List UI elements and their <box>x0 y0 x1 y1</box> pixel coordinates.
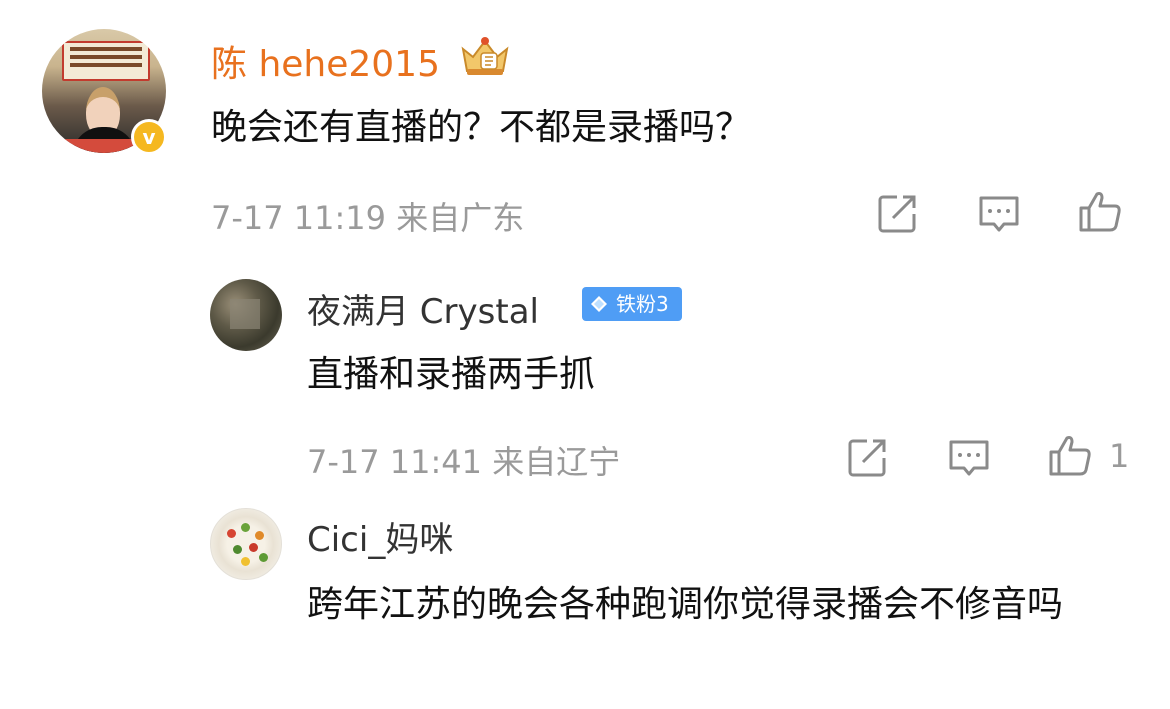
comment-button[interactable] <box>946 434 992 480</box>
reply-text: 跨年江苏的晚会各种跑调你觉得录播会不修音吗 <box>307 584 1064 625</box>
repost-icon <box>878 195 916 233</box>
comment-icon <box>979 196 1019 232</box>
avatar-sign <box>62 41 150 81</box>
like-icon <box>1049 436 1091 476</box>
reply-meta: 7-17 11:41 来自辽宁 <box>307 437 620 483</box>
repost-icon <box>848 439 886 477</box>
reply-avatar[interactable] <box>210 508 282 580</box>
like-count: 1 <box>1109 437 1130 475</box>
like-icon <box>1079 192 1121 232</box>
comment-time: 7-17 11:19 <box>211 199 387 237</box>
diamond-icon <box>591 296 607 312</box>
repost-button[interactable] <box>875 190 921 236</box>
like-button[interactable] <box>1077 188 1123 234</box>
reply-location: 来自辽宁 <box>492 443 621 481</box>
comment-author[interactable]: 陈 hehe2015 <box>211 35 440 87</box>
reply-author[interactable]: Cici_妈咪 <box>307 512 453 561</box>
repost-button[interactable] <box>845 434 891 480</box>
reply-author[interactable]: 夜满月 Crystal <box>307 284 539 333</box>
crown-icon[interactable] <box>457 35 513 79</box>
comment-icon <box>949 440 989 476</box>
reply-text: 直播和录播两手抓 <box>307 354 596 395</box>
comment-meta: 7-17 11:19 来自广东 <box>211 193 524 239</box>
fan-badge[interactable]: 铁粉3 <box>582 287 682 321</box>
verified-icon: v <box>131 119 167 155</box>
comment-thread: v 陈 hehe2015 晚会还有直播的？不都是录播吗？ 7-17 11:19 … <box>0 0 1170 709</box>
comment-location: 来自广东 <box>396 199 525 237</box>
like-button[interactable] <box>1047 432 1093 478</box>
comment-button[interactable] <box>976 190 1022 236</box>
reply-time: 7-17 11:41 <box>307 443 483 481</box>
reply-avatar[interactable] <box>210 279 282 351</box>
fan-badge-label: 铁粉3 <box>616 292 669 316</box>
comment-text: 晚会还有直播的？不都是录播吗？ <box>211 107 752 148</box>
